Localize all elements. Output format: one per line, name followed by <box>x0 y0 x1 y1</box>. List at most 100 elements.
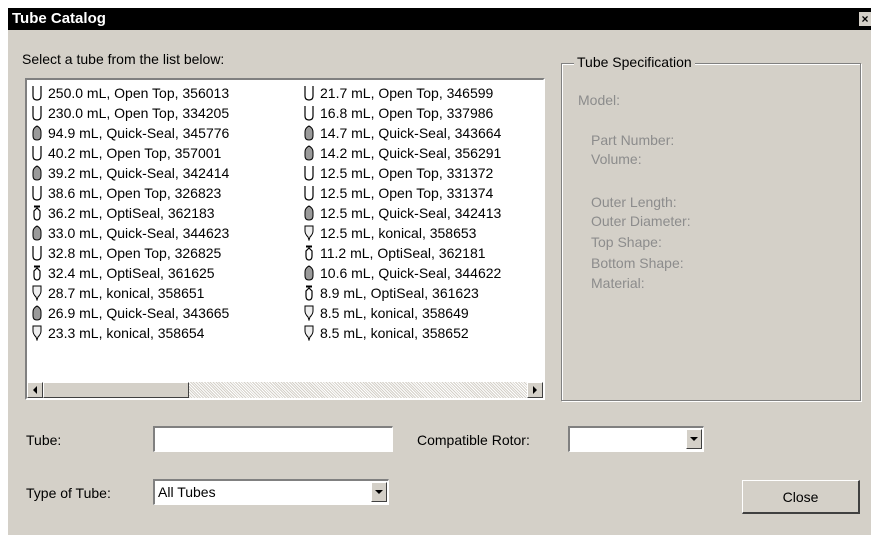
optiseal-tube-icon <box>303 285 317 301</box>
tube-list-item-label: 10.6 mL, Quick-Seal, 344622 <box>320 265 502 281</box>
tube-label: Tube: <box>26 432 62 448</box>
tube-list-item[interactable]: 10.6 mL, Quick-Seal, 344622 <box>303 263 501 283</box>
chevron-down-icon <box>375 490 383 494</box>
tube-list-item-label: 12.5 mL, Quick-Seal, 342413 <box>320 205 502 221</box>
tube-list-item-label: 8.9 mL, OptiSeal, 361623 <box>320 285 479 301</box>
tube-specification-group <box>561 63 861 401</box>
title-bar[interactable]: Tube Catalog × <box>8 8 871 30</box>
tube-list-item[interactable]: 11.2 mL, OptiSeal, 362181 <box>303 243 501 263</box>
tube-list-item[interactable]: 16.8 mL, Open Top, 337986 <box>303 103 501 123</box>
tube-list-item-label: 23.3 mL, konical, 358654 <box>48 325 205 341</box>
quick-seal-tube-icon <box>31 125 45 141</box>
tube-catalog-dialog: Tube Catalog × Select a tube from the li… <box>8 8 871 535</box>
optiseal-tube-icon <box>303 245 317 261</box>
scroll-thumb[interactable] <box>43 382 189 398</box>
tube-list-item[interactable]: 40.2 mL, Open Top, 357001 <box>31 143 229 163</box>
spec-bottom-shape-label: Bottom Shape: <box>591 255 684 271</box>
open-top-tube-icon <box>31 105 45 121</box>
quick-seal-tube-icon <box>31 305 45 321</box>
tube-field[interactable] <box>153 426 393 452</box>
tube-list-item[interactable]: 14.7 mL, Quick-Seal, 343664 <box>303 123 501 143</box>
spec-top-shape-label: Top Shape: <box>591 234 662 250</box>
tube-list-item-label: 33.0 mL, Quick-Seal, 344623 <box>48 225 230 241</box>
tube-list-item-label: 12.5 mL, Open Top, 331374 <box>320 185 494 201</box>
scroll-right-button[interactable] <box>527 382 543 398</box>
tube-list-item[interactable]: 28.7 mL, konical, 358651 <box>31 283 229 303</box>
open-top-tube-icon <box>31 245 45 261</box>
spec-part-number-label: Part Number: <box>591 132 675 148</box>
tube-list-item[interactable]: 12.5 mL, Quick-Seal, 342413 <box>303 203 501 223</box>
type-of-tube-select[interactable]: All Tubes <box>153 479 389 505</box>
list-prompt: Select a tube from the list below: <box>22 51 225 67</box>
chevron-down-icon <box>690 437 698 441</box>
open-top-tube-icon <box>31 145 45 161</box>
tube-list-item-label: 250.0 mL, Open Top, 356013 <box>48 85 230 101</box>
tube-list-item-label: 28.7 mL, konical, 358651 <box>48 285 205 301</box>
tube-list-item[interactable]: 23.3 mL, konical, 358654 <box>31 323 229 343</box>
tube-list-item[interactable]: 14.2 mL, Quick-Seal, 356291 <box>303 143 501 163</box>
tube-list-column-2: 21.7 mL, Open Top, 346599 16.8 mL, Open T… <box>303 83 501 343</box>
konical-tube-icon <box>31 285 45 301</box>
tube-list-item-label: 12.5 mL, Open Top, 331372 <box>320 165 494 181</box>
tube-list-item[interactable]: 8.9 mL, OptiSeal, 361623 <box>303 283 501 303</box>
tube-list-item[interactable]: 94.9 mL, Quick-Seal, 345776 <box>31 123 229 143</box>
scroll-left-button[interactable] <box>27 382 43 398</box>
tube-list-item[interactable]: 21.7 mL, Open Top, 346599 <box>303 83 501 103</box>
tube-list-item-label: 32.8 mL, Open Top, 326825 <box>48 245 222 261</box>
compatible-rotor-select[interactable] <box>568 426 704 452</box>
compatible-rotor-label: Compatible Rotor: <box>417 432 530 448</box>
tube-list-item-label: 21.7 mL, Open Top, 346599 <box>320 85 494 101</box>
tube-list-item-label: 38.6 mL, Open Top, 326823 <box>48 185 222 201</box>
quick-seal-tube-icon <box>303 145 317 161</box>
open-top-tube-icon <box>303 185 317 201</box>
konical-tube-icon <box>303 325 317 341</box>
type-of-tube-label: Type of Tube: <box>26 485 111 501</box>
close-icon[interactable]: × <box>859 12 871 26</box>
tube-specification-legend: Tube Specification <box>574 54 695 70</box>
spec-outer-length-label: Outer Length: <box>591 194 677 210</box>
tube-list-item[interactable]: 33.0 mL, Quick-Seal, 344623 <box>31 223 229 243</box>
tube-list-item[interactable]: 32.4 mL, OptiSeal, 361625 <box>31 263 229 283</box>
tube-list-item[interactable]: 12.5 mL, konical, 358653 <box>303 223 501 243</box>
tube-list-item[interactable]: 26.9 mL, Quick-Seal, 343665 <box>31 303 229 323</box>
compatible-rotor-dropdown-button[interactable] <box>686 429 702 449</box>
tube-list-item-label: 8.5 mL, konical, 358652 <box>320 325 469 341</box>
tube-list-item[interactable]: 8.5 mL, konical, 358652 <box>303 323 501 343</box>
tube-list-item-label: 14.2 mL, Quick-Seal, 356291 <box>320 145 502 161</box>
open-top-tube-icon <box>31 85 45 101</box>
tube-list-item[interactable]: 36.2 mL, OptiSeal, 362183 <box>31 203 229 223</box>
tube-list-item-label: 26.9 mL, Quick-Seal, 343665 <box>48 305 230 321</box>
tube-list-column-1: 250.0 mL, Open Top, 356013 230.0 mL, Open… <box>31 83 229 343</box>
tube-list-item[interactable]: 8.5 mL, konical, 358649 <box>303 303 501 323</box>
close-button[interactable]: Close <box>742 480 860 514</box>
tube-list-item[interactable]: 39.2 mL, Quick-Seal, 342414 <box>31 163 229 183</box>
tube-list-item-label: 39.2 mL, Quick-Seal, 342414 <box>48 165 230 181</box>
quick-seal-tube-icon <box>303 125 317 141</box>
open-top-tube-icon <box>31 185 45 201</box>
konical-tube-icon <box>303 305 317 321</box>
konical-tube-icon <box>31 325 45 341</box>
spec-model-label: Model: <box>578 92 621 108</box>
optiseal-tube-icon <box>31 205 45 221</box>
tube-list-item[interactable]: 12.5 mL, Open Top, 331374 <box>303 183 501 203</box>
tube-list-item[interactable]: 32.8 mL, Open Top, 326825 <box>31 243 229 263</box>
tube-list[interactable]: 250.0 mL, Open Top, 356013 230.0 mL, Open… <box>25 78 545 400</box>
tube-list-item[interactable]: 230.0 mL, Open Top, 334205 <box>31 103 229 123</box>
tube-list-item-label: 94.9 mL, Quick-Seal, 345776 <box>48 125 230 141</box>
quick-seal-tube-icon <box>31 165 45 181</box>
tube-list-item[interactable]: 38.6 mL, Open Top, 326823 <box>31 183 229 203</box>
tube-list-item[interactable]: 12.5 mL, Open Top, 331372 <box>303 163 501 183</box>
tube-list-item-label: 36.2 mL, OptiSeal, 362183 <box>48 205 215 221</box>
open-top-tube-icon <box>303 105 317 121</box>
horizontal-scrollbar[interactable] <box>27 382 543 398</box>
quick-seal-tube-icon <box>303 265 317 281</box>
konical-tube-icon <box>303 225 317 241</box>
open-top-tube-icon <box>303 85 317 101</box>
arrow-right-icon <box>533 386 537 394</box>
arrow-left-icon <box>33 386 37 394</box>
open-top-tube-icon <box>303 165 317 181</box>
tube-list-item[interactable]: 250.0 mL, Open Top, 356013 <box>31 83 229 103</box>
optiseal-tube-icon <box>31 265 45 281</box>
type-of-tube-dropdown-button[interactable] <box>371 482 387 502</box>
spec-volume-label: Volume: <box>591 151 642 167</box>
